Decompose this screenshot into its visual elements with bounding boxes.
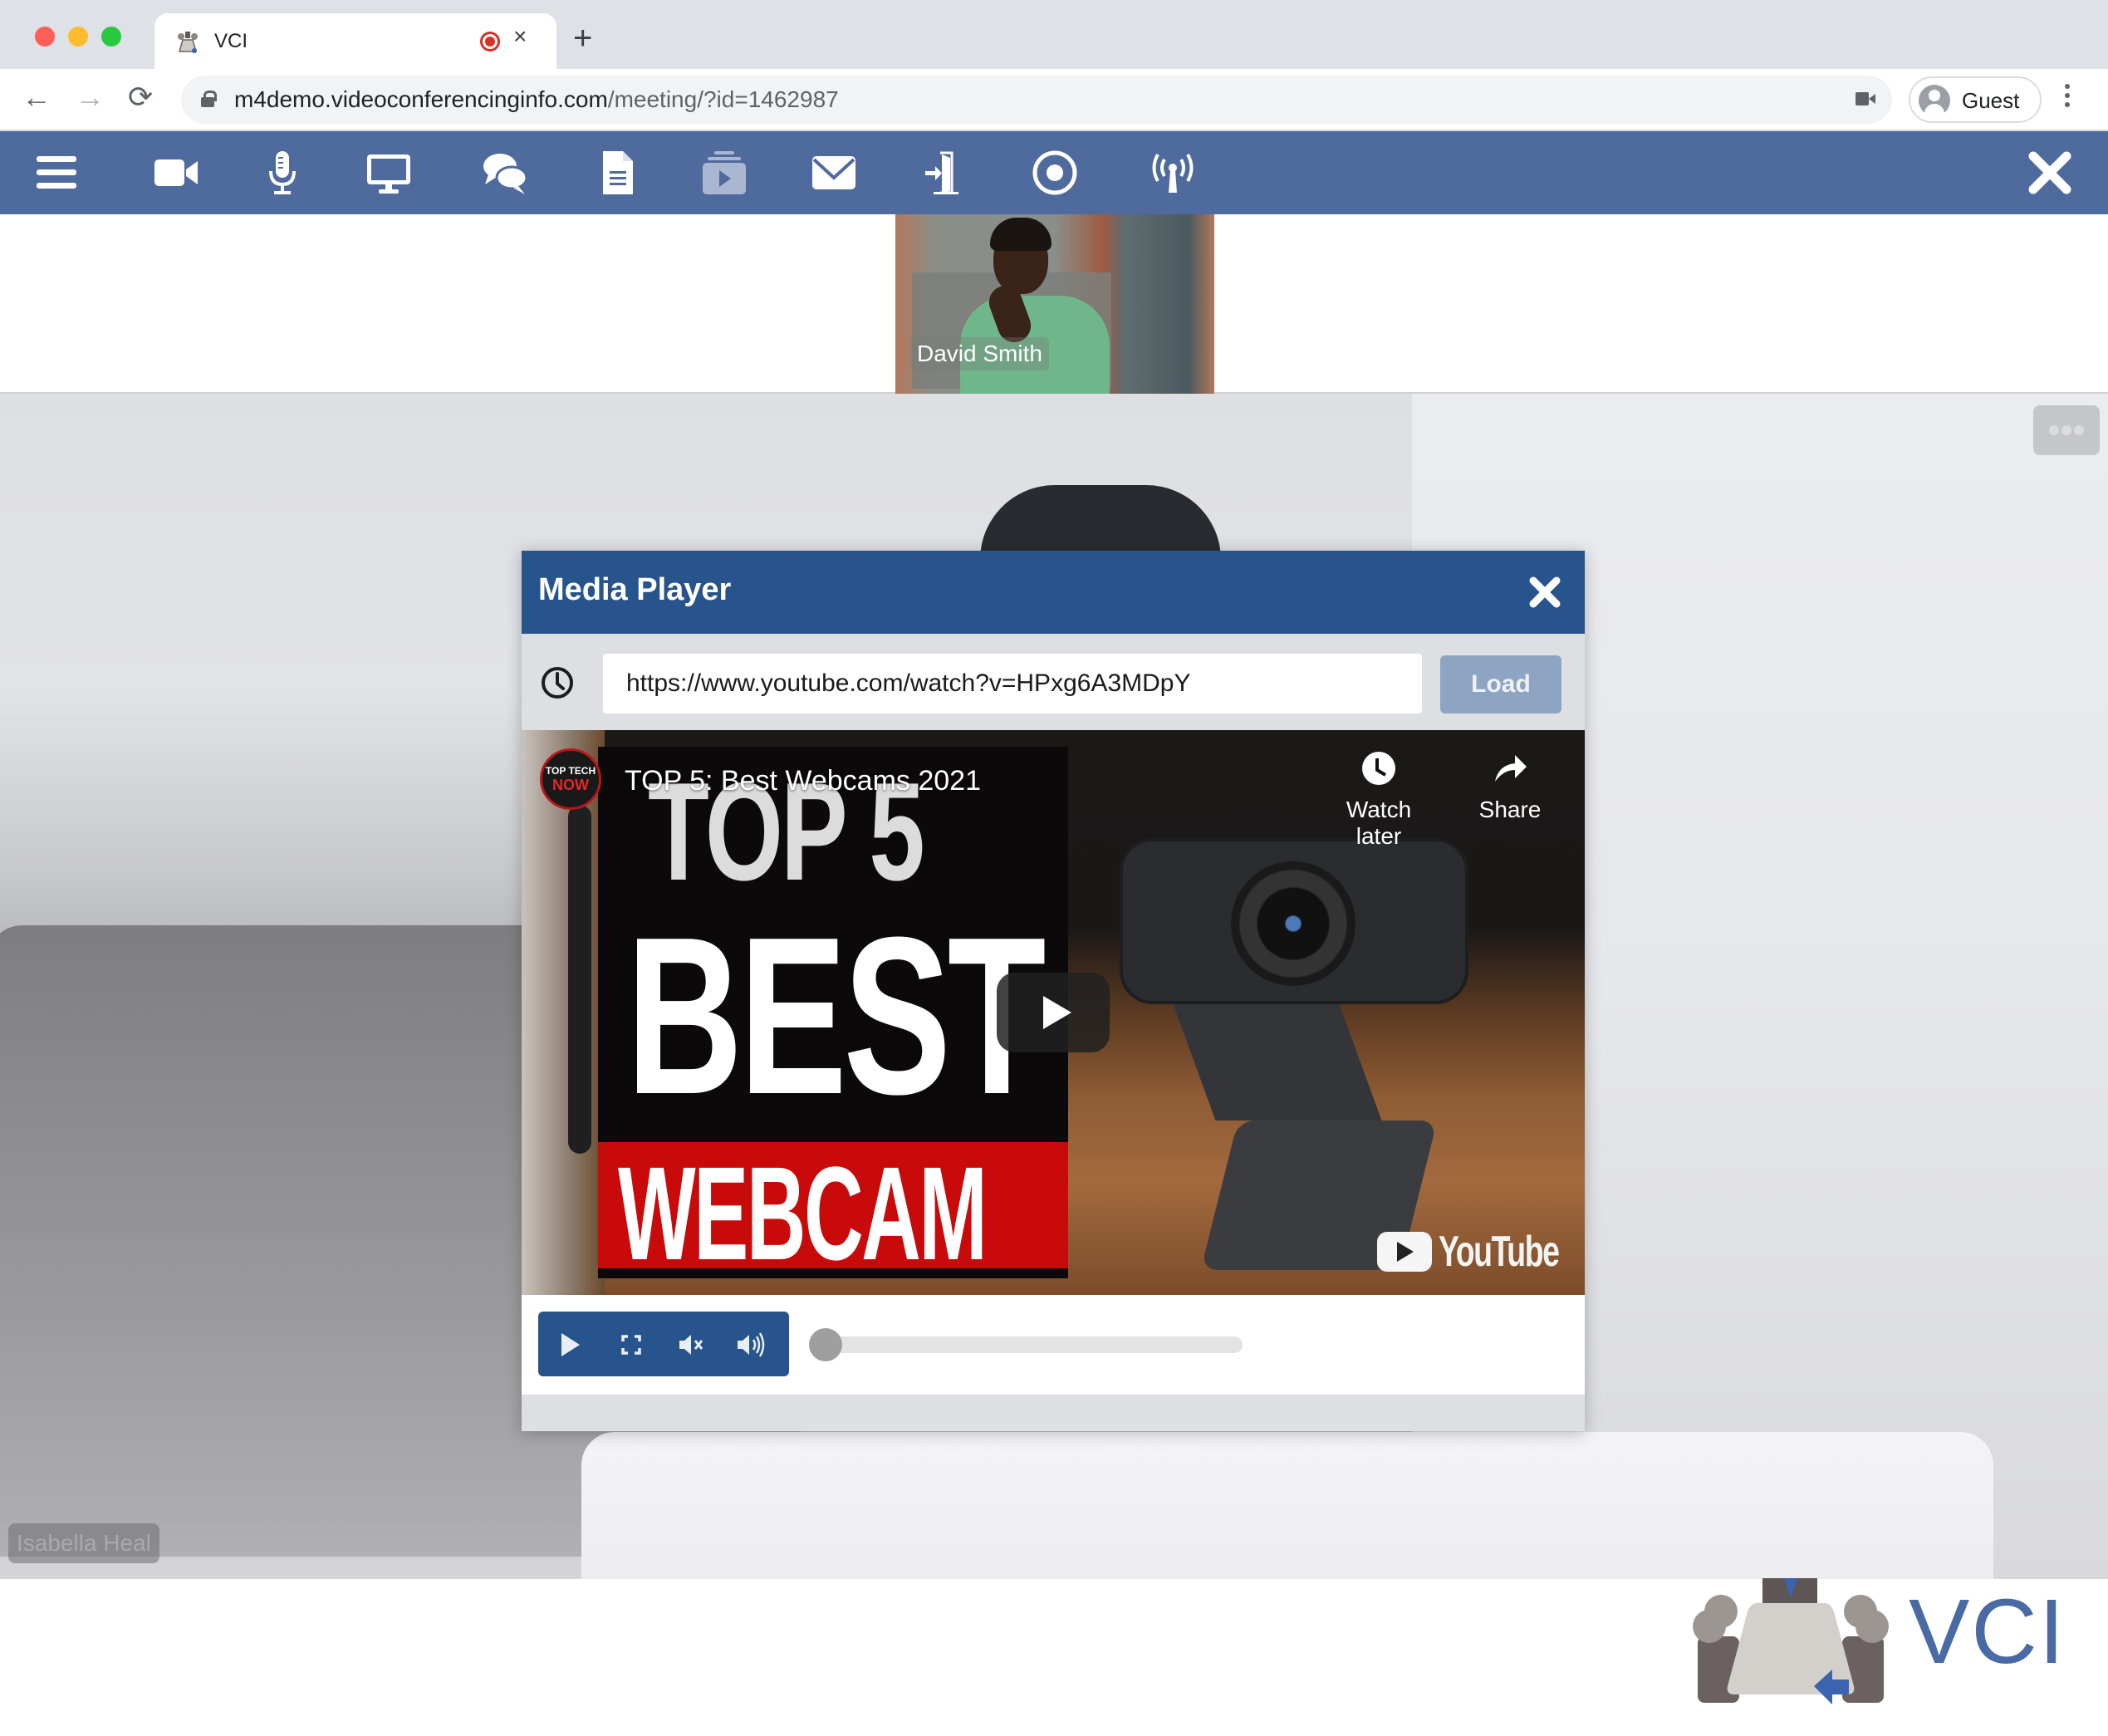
url-path: /meeting/?id=1462987: [607, 86, 839, 112]
tab-close-icon[interactable]: ×: [513, 25, 527, 48]
share-button[interactable]: Share: [1468, 750, 1552, 823]
tab-title: VCI: [214, 30, 248, 52]
media-url-row: Load: [522, 634, 1585, 730]
seek-bar[interactable]: [826, 1336, 1243, 1353]
dialog-header: Media Player: [522, 551, 1585, 634]
load-button[interactable]: Load: [1440, 655, 1561, 714]
channel-logo-text: NOW: [552, 776, 589, 793]
profile-label: Guest: [1962, 88, 2020, 113]
webcam-lens: [1231, 861, 1355, 986]
envelope-icon[interactable]: [809, 150, 859, 196]
seek-handle[interactable]: [809, 1328, 842, 1361]
url-omnibox[interactable]: m4demo.videoconferencinginfo.com/meeting…: [181, 76, 1892, 124]
youtube-wordmark: YouTube: [1439, 1228, 1560, 1276]
watch-later-button[interactable]: Watch later: [1321, 750, 1437, 850]
video-foreground: [581, 1432, 1993, 1579]
broadcast-antenna-icon[interactable]: [1148, 150, 1198, 196]
vci-logo-icon: [1693, 1578, 1889, 1704]
browser-tab-active[interactable]: VCI ×: [154, 13, 556, 69]
vci-brand-logo: VCI: [1686, 1578, 2093, 1736]
fullscreen-icon[interactable]: [615, 1328, 648, 1361]
youtube-logo[interactable]: YouTube: [1377, 1227, 1585, 1277]
channel-logo-text: TOP TECH: [545, 764, 596, 777]
back-button[interactable]: ←: [22, 82, 51, 112]
meeting-toolbar: [0, 131, 2108, 214]
window-close-button[interactable]: [35, 27, 55, 47]
mute-icon[interactable]: [674, 1328, 708, 1361]
media-url-input[interactable]: [603, 654, 1422, 714]
participant-thumbnail-strip: David Smith: [0, 214, 2108, 394]
ellipsis-icon[interactable]: [2033, 405, 2100, 455]
dialog-footer: [522, 1395, 1585, 1431]
url-text[interactable]: m4demo.videoconferencinginfo.com/meeting…: [234, 86, 839, 113]
forward-button[interactable]: →: [75, 82, 105, 112]
dialog-title: Media Player: [538, 572, 732, 607]
microphone-icon[interactable]: [257, 150, 307, 196]
reload-button[interactable]: ⟳: [128, 82, 153, 112]
thumbnail-text: WEBCAM: [618, 1139, 988, 1287]
play-icon[interactable]: [997, 973, 1110, 1052]
close-x-icon[interactable]: [2027, 150, 2073, 196]
new-tab-button[interactable]: +: [573, 22, 592, 55]
youtube-play-icon: [1377, 1232, 1432, 1272]
watch-later-label: Watch later: [1346, 797, 1412, 849]
browser-tab-bar: VCI × +: [0, 0, 2108, 69]
participant-tile[interactable]: David Smith: [895, 214, 1214, 394]
vci-logo-icon: [178, 32, 198, 53]
vci-wordmark: VCI: [1909, 1581, 2066, 1683]
thumbnail-background: [522, 730, 605, 1295]
clock-icon: [1362, 752, 1395, 785]
participant-name-label: David Smith: [910, 337, 1049, 370]
player-control-buttons: [538, 1312, 789, 1376]
avatar-icon: [1919, 85, 1950, 116]
browser-menu-icon[interactable]: [2065, 84, 2071, 114]
channel-avatar[interactable]: TOP TECH NOW: [540, 748, 601, 810]
url-host: m4demo.videoconferencinginfo.com: [234, 86, 608, 112]
thumbnail-cable: [568, 805, 591, 1154]
volume-icon[interactable]: [734, 1328, 767, 1361]
media-playlist-icon[interactable]: [699, 150, 749, 196]
player-controls: [522, 1295, 1585, 1395]
document-icon[interactable]: [593, 150, 643, 196]
thumbnail-text: BEST: [626, 891, 1047, 1141]
participant-video-hair: [990, 218, 1052, 251]
youtube-embed-player[interactable]: TOP 5 BEST WEBCAM TOP TECH NOW TOP 5: Be…: [522, 730, 1585, 1295]
record-circle-icon[interactable]: [1030, 150, 1080, 196]
chat-bubbles-icon[interactable]: [480, 150, 530, 196]
profile-button[interactable]: Guest: [1909, 76, 2042, 123]
camera-in-use-icon[interactable]: [1856, 91, 1877, 107]
video-camera-icon[interactable]: [151, 150, 201, 196]
media-player-dialog: Media Player Load TOP 5 BEST WEBCAM T: [522, 551, 1585, 1431]
exit-door-icon[interactable]: [920, 150, 970, 196]
app-root: VCI × + ← → ⟳ m4demo.videoconferencingin…: [0, 0, 2108, 1736]
close-icon[interactable]: [1527, 574, 1563, 611]
browser-address-bar: ← → ⟳ m4demo.videoconferencinginfo.com/m…: [0, 69, 2108, 131]
share-arrow-icon: [1495, 755, 1527, 782]
video-title[interactable]: TOP 5: Best Webcams 2021: [625, 765, 981, 797]
main-participant-name-label: Isabella Heal: [8, 1523, 159, 1563]
video-subject: [980, 485, 1221, 560]
window-zoom-button[interactable]: [101, 27, 121, 47]
share-label: Share: [1478, 797, 1542, 822]
hamburger-icon[interactable]: [32, 150, 81, 196]
history-clock-icon[interactable]: [540, 665, 575, 700]
lock-icon[interactable]: [201, 91, 217, 107]
record-icon: [480, 32, 500, 51]
monitor-icon[interactable]: [364, 150, 414, 196]
webcam-image: [1120, 838, 1468, 1004]
play-icon[interactable]: [553, 1328, 586, 1361]
webcam-stand-arm: [1173, 1004, 1382, 1121]
window-minimize-button[interactable]: [68, 27, 88, 47]
